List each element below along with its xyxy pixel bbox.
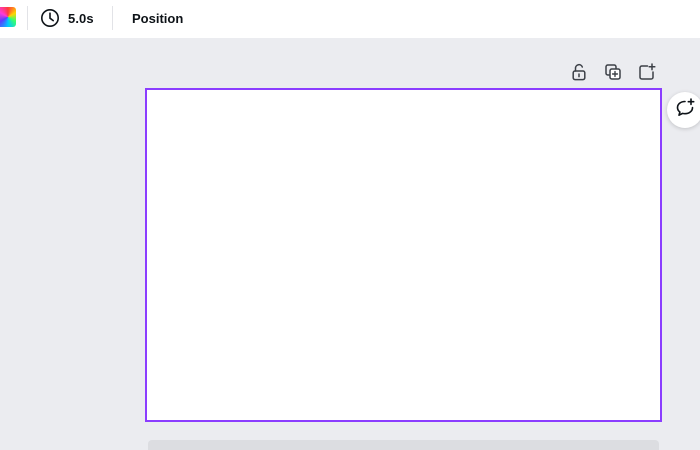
toolbar-divider	[112, 6, 113, 30]
add-comment-icon	[674, 97, 696, 124]
add-page-button[interactable]	[635, 62, 659, 86]
timeline-strip[interactable]	[148, 440, 659, 450]
page-actions	[567, 62, 659, 86]
duplicate-page-icon	[604, 63, 622, 86]
duplicate-page-button[interactable]	[601, 63, 625, 85]
color-swatch-button[interactable]	[0, 7, 16, 27]
toolbar-divider	[27, 6, 28, 30]
position-button[interactable]: Position	[124, 5, 191, 31]
add-page-icon	[638, 62, 656, 86]
add-comment-button[interactable]	[667, 92, 700, 128]
timing-label: 5.0s	[68, 10, 94, 26]
lock-page-button[interactable]	[567, 63, 591, 85]
design-page-canvas[interactable]	[145, 88, 662, 422]
timing-button[interactable]: 5.0s	[38, 5, 96, 31]
clock-icon	[40, 8, 60, 28]
unlock-icon	[571, 63, 587, 86]
top-toolbar: 5.0s Position	[0, 0, 700, 38]
